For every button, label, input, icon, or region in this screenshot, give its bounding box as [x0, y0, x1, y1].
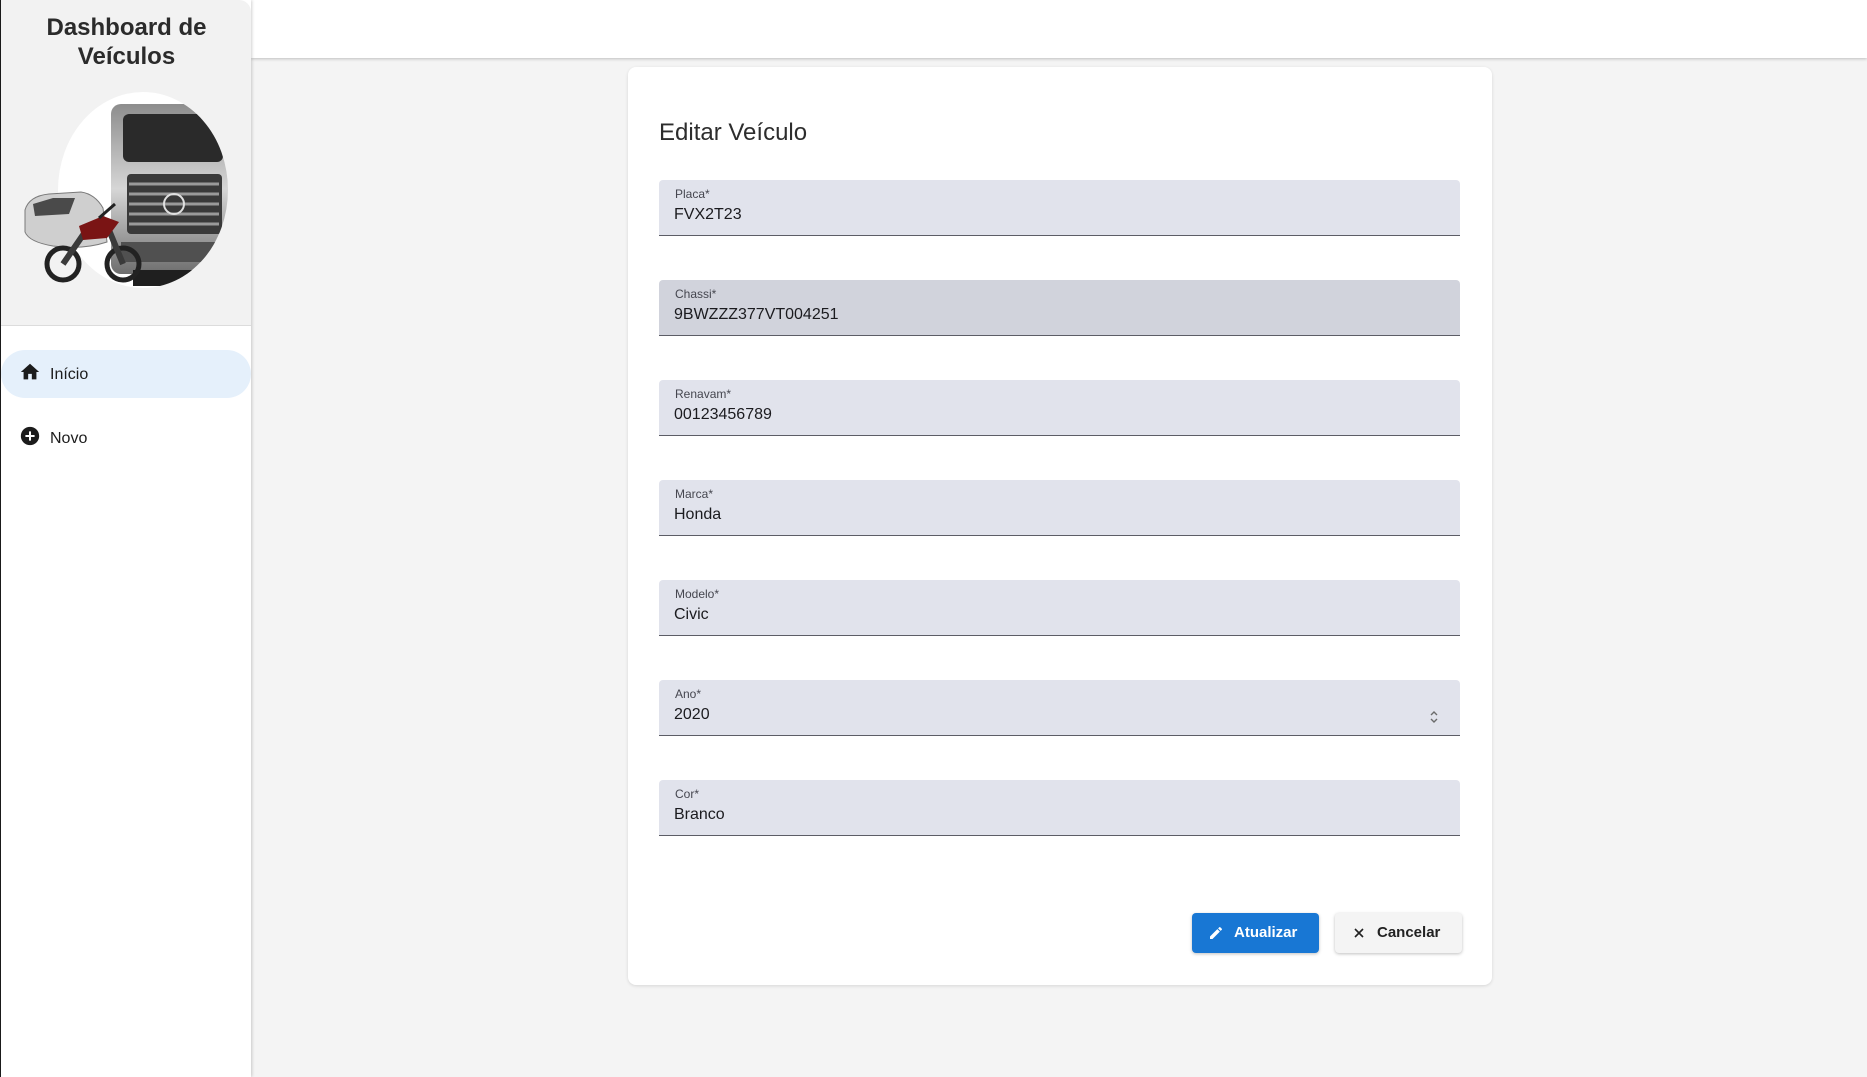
update-button-label: Atualizar — [1234, 924, 1298, 941]
plate-input[interactable] — [674, 204, 1414, 226]
plate-field-label: Placa* — [675, 187, 710, 201]
page-title: Editar Veículo — [659, 119, 808, 146]
chassis-field[interactable]: Chassi* — [659, 280, 1460, 336]
number-spinner-icon[interactable] — [1428, 708, 1440, 726]
year-field-label: Ano* — [675, 687, 702, 701]
top-app-bar — [251, 0, 1867, 58]
edit-vehicle-card: Editar Veículo Placa* Chassi* Renavam* M… — [628, 67, 1492, 985]
vehicles-logo — [23, 92, 233, 292]
model-field-label: Modelo* — [675, 587, 720, 601]
add-circle-icon — [20, 426, 40, 446]
brand-field[interactable]: Marca* — [659, 480, 1460, 536]
model-input[interactable] — [674, 604, 1414, 626]
pencil-icon — [1210, 926, 1223, 939]
year-input[interactable] — [674, 704, 1414, 726]
chassis-input[interactable] — [674, 304, 1414, 326]
year-field[interactable]: Ano* — [659, 680, 1460, 736]
brand-input[interactable] — [674, 504, 1414, 526]
cancel-button-label: Cancelar — [1377, 924, 1441, 941]
sidebar-item-label: Novo — [50, 430, 88, 447]
app-title: Dashboard de Veículos — [1, 13, 252, 71]
color-field[interactable]: Cor* — [659, 780, 1460, 836]
sidebar-item-label: Início — [50, 366, 89, 383]
plate-field[interactable]: Placa* — [659, 180, 1460, 236]
cancel-button[interactable]: Cancelar — [1335, 913, 1462, 953]
renavam-field-label: Renavam* — [675, 387, 732, 401]
sidebar-item-novo[interactable]: Novo — [1, 414, 251, 462]
update-button[interactable]: Atualizar — [1192, 913, 1319, 953]
close-icon — [1354, 928, 1364, 938]
sidebar: Dashboard de Veículos Início Novo — [0, 0, 251, 1077]
chassis-field-label: Chassi* — [675, 287, 717, 301]
app-title-text: Dashboard de Veículos — [46, 14, 207, 70]
sidebar-header: Dashboard de Veículos — [1, 0, 251, 326]
brand-field-label: Marca* — [675, 487, 714, 501]
sidebar-item-inicio[interactable]: Início — [1, 350, 251, 398]
sidebar-nav: Início Novo — [1, 350, 252, 478]
vehicles-logo-image — [24, 92, 228, 288]
renavam-field[interactable]: Renavam* — [659, 380, 1460, 436]
model-field[interactable]: Modelo* — [659, 580, 1460, 636]
color-input[interactable] — [674, 804, 1414, 826]
renavam-input[interactable] — [674, 404, 1414, 426]
home-icon — [20, 363, 40, 380]
color-field-label: Cor* — [675, 787, 700, 801]
